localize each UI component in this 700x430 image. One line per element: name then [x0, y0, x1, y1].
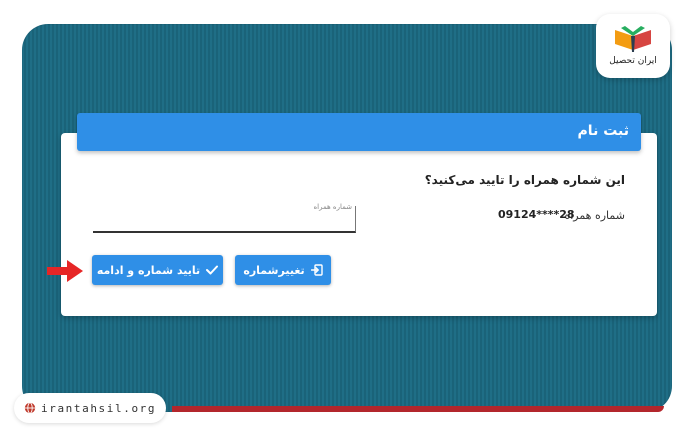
change-button-label: تغییرشماره	[243, 263, 305, 277]
brand-logo: ایران تحصیل	[596, 14, 670, 78]
phone-input[interactable]	[93, 213, 347, 231]
website-badge: irantahsil.org	[14, 393, 166, 423]
book-logo-icon	[615, 26, 651, 52]
login-icon	[310, 264, 323, 276]
confirm-button-label: تایید شماره و ادامه	[96, 263, 201, 277]
brand-name: ایران تحصیل	[609, 56, 657, 66]
website-url: irantahsil.org	[41, 401, 157, 415]
check-icon	[206, 265, 219, 275]
arrow-right-icon	[47, 260, 83, 282]
change-number-button[interactable]: تغییرشماره	[235, 255, 331, 285]
form-title: ثبت نام	[577, 123, 629, 139]
phone-input-field[interactable]: شماره همراه	[93, 203, 356, 233]
globe-icon	[24, 402, 36, 414]
card-header: ثبت نام	[77, 113, 641, 151]
confirm-and-continue-button[interactable]: تایید شماره و ادامه	[92, 255, 223, 285]
phone-input-label: شماره همراه	[313, 203, 352, 211]
phone-value: 09124****28	[498, 208, 575, 221]
confirm-question: این شماره همراه را تایید می‌کنید؟	[424, 173, 625, 187]
